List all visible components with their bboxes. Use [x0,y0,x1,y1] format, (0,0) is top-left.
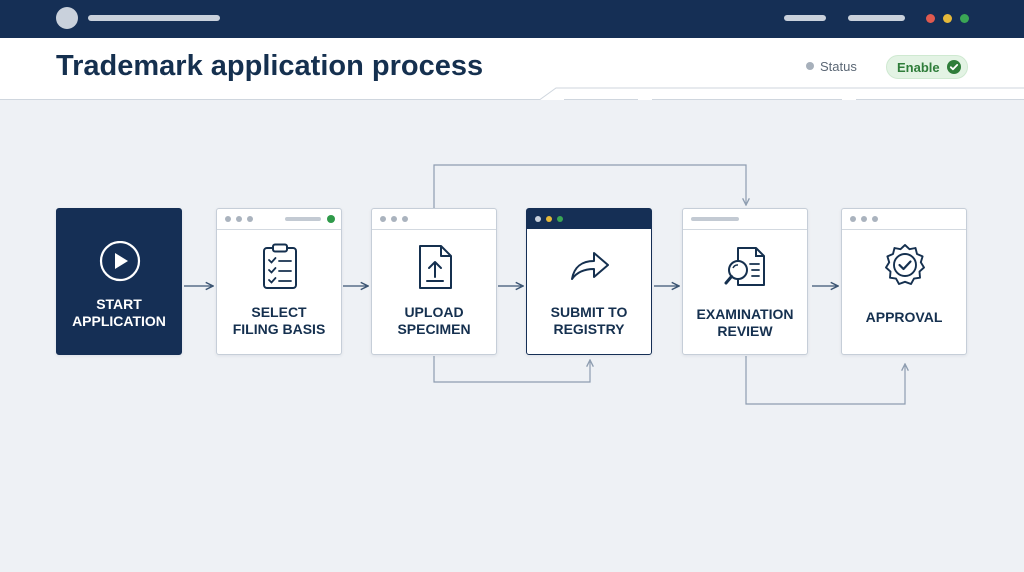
card-title-bar [842,209,966,230]
share-arrow-icon [571,252,609,280]
step-label: EXAMINATION REVIEW [696,306,794,339]
step-approval[interactable]: APPROVAL [841,208,967,355]
step-label: APPROVAL [865,309,943,325]
step-select-filing-basis[interactable]: SELECT FILING BASIS [216,208,342,355]
step-label: UPLOAD SPECIMEN [397,304,471,337]
document-search-icon [724,247,765,286]
card-title-bar [683,209,807,230]
step-examination-review[interactable]: EXAMINATION REVIEW [682,208,808,355]
step-upload-specimen[interactable]: UPLOAD SPECIMEN [371,208,497,355]
upload-icon [419,245,452,289]
loop-upload-to-exam-top [433,164,746,208]
step-label: SELECT FILING BASIS [232,304,326,337]
play-icon [99,241,141,282]
step-label: SUBMIT TO REGISTRY [550,304,628,337]
checklist-icon [263,243,297,289]
loop-upload-to-submit-bottom [433,356,590,383]
card-title-bar [527,209,651,229]
card-title-bar [372,209,496,230]
step-label: START APPLICATION [72,296,166,329]
loop-exam-to-approval-bottom [745,356,905,405]
status-green-dot-icon [327,215,335,223]
certificate-badge-icon [885,244,925,285]
step-submit-to-registry[interactable]: SUBMIT TO REGISTRY [526,208,652,355]
card-title-bar [217,209,341,230]
step-start-application[interactable]: START APPLICATION [56,208,182,355]
